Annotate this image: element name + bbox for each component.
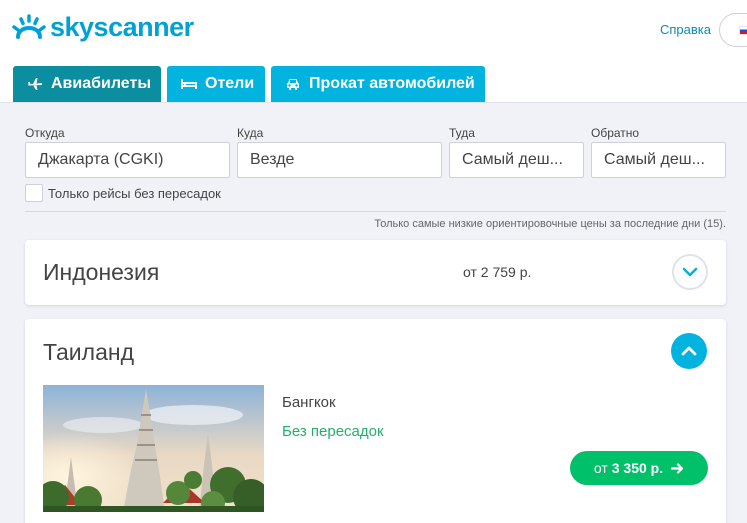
price-amount: 3 350 р. <box>611 460 664 476</box>
skyscanner-logo[interactable]: skyscanner <box>12 10 194 44</box>
country-name: Индонезия <box>43 259 160 285</box>
country-name: Таиланд <box>43 339 134 365</box>
depart-date-field[interactable]: Самый деш... <box>449 142 584 178</box>
bangkok-temple-image <box>43 385 264 512</box>
tab-cars[interactable]: Прокат автомобилей <box>271 66 485 102</box>
chevron-up-icon <box>681 346 697 356</box>
city-name: Бангкок <box>282 394 336 411</box>
return-date-field[interactable]: Самый деш... <box>591 142 726 178</box>
result-card-thailand[interactable]: Таиланд Бангкок Без пересадок от 3 350 р… <box>25 319 726 523</box>
chevron-down-icon <box>682 267 698 277</box>
sunrise-icon <box>12 14 46 39</box>
price-from-label: от <box>593 460 608 476</box>
direct-only-checkbox[interactable] <box>25 184 43 202</box>
russia-flag-icon <box>739 26 747 35</box>
tab-flights[interactable]: Авиабилеты <box>13 66 161 102</box>
price-button[interactable]: от 3 350 р. <box>570 451 708 485</box>
tab-flights-label: Авиабилеты <box>51 75 151 92</box>
header: skyscanner Справка <box>0 0 747 62</box>
direct-only-label: Только рейсы без пересадок <box>48 185 221 201</box>
to-field[interactable]: Везде <box>237 142 442 178</box>
expand-button[interactable] <box>672 254 708 290</box>
bed-icon <box>181 78 197 90</box>
country-price: от 2 759 р. <box>463 264 532 280</box>
tab-hotels[interactable]: Отели <box>167 66 265 102</box>
car-icon <box>285 77 301 91</box>
divider <box>25 211 726 212</box>
locale-button[interactable] <box>719 13 747 47</box>
depart-label: Туда <box>449 126 475 140</box>
result-card-indonesia[interactable]: Индонезия от 2 759 р. <box>25 240 726 305</box>
direct-flight-label: Без пересадок <box>282 423 384 440</box>
return-label: Обратно <box>591 126 640 140</box>
arrow-right-icon <box>671 462 684 474</box>
price-note: Только самые низкие ориентировочные цены… <box>374 218 726 230</box>
collapse-button[interactable] <box>671 333 707 369</box>
from-label: Откуда <box>25 126 65 140</box>
brand-name: skyscanner <box>50 11 194 42</box>
from-field[interactable]: Джакарта (CGKI) <box>25 142 230 178</box>
help-link[interactable]: Справка <box>660 22 711 37</box>
to-label: Куда <box>237 126 264 140</box>
direct-only-option[interactable]: Только рейсы без пересадок <box>25 184 221 202</box>
tab-hotels-label: Отели <box>205 75 255 92</box>
plane-icon <box>27 77 43 91</box>
tab-cars-label: Прокат автомобилей <box>309 75 475 92</box>
